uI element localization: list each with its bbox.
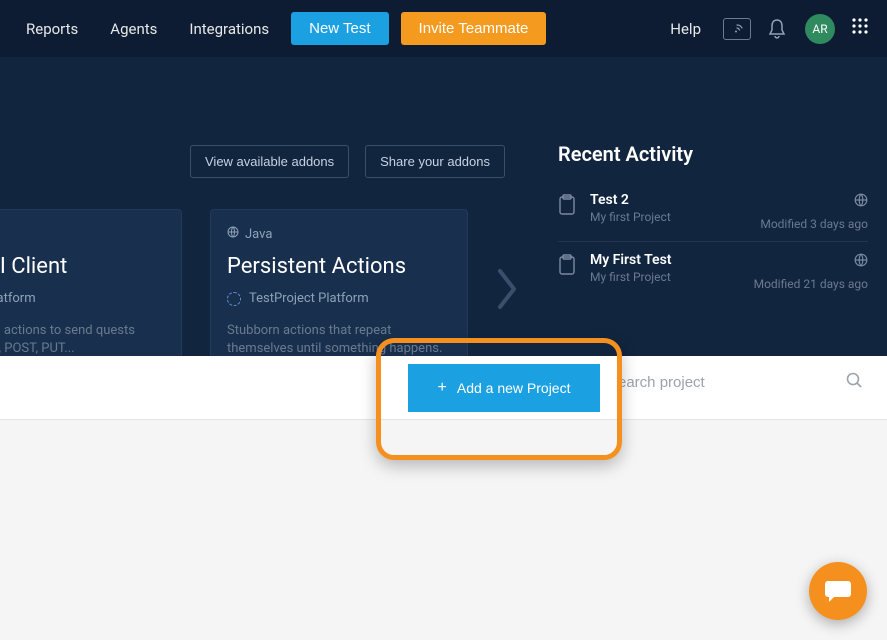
activity-project: My first Project <box>590 210 760 224</box>
chat-launcher-button[interactable] <box>809 562 867 620</box>
addon-platform: TestProject Platform <box>227 291 451 306</box>
nav-help[interactable]: Help <box>654 0 717 57</box>
project-toolbar: + Add a new Project <box>0 356 887 420</box>
activity-title: My First Test <box>590 252 754 268</box>
chat-icon <box>824 578 852 604</box>
apps-grid-icon[interactable] <box>843 17 877 40</box>
screencast-icon[interactable] <box>717 0 757 57</box>
user-avatar[interactable]: AR <box>805 14 835 44</box>
addon-title: Persistent Actions <box>227 254 451 279</box>
notifications-bell-icon[interactable] <box>757 0 797 57</box>
activity-item[interactable]: My First Test My first Project Modified … <box>558 242 868 301</box>
plus-icon: + <box>438 379 447 397</box>
carousel-next-icon[interactable] <box>494 265 522 317</box>
addon-card[interactable]: Java ful API Client Project Platform n p… <box>0 209 182 356</box>
activity-time: Modified 3 days ago <box>760 217 868 231</box>
search-input[interactable] <box>618 374 846 391</box>
addon-card[interactable]: Java Persistent Actions TestProject Plat… <box>210 209 468 356</box>
add-project-button[interactable]: + Add a new Project <box>408 364 600 412</box>
nav-agents[interactable]: Agents <box>94 0 173 57</box>
activity-time: Modified 21 days ago <box>754 277 868 291</box>
project-search <box>618 372 863 393</box>
recent-activity-heading: Recent Activity <box>558 142 868 166</box>
search-icon[interactable] <box>846 372 863 393</box>
globe-icon <box>227 226 239 242</box>
top-navbar: Reports Agents Integrations New Test Inv… <box>0 0 887 57</box>
activity-item[interactable]: Test 2 My first Project Modified 3 days … <box>558 182 868 242</box>
share-addons-button[interactable]: Share your addons <box>365 145 505 178</box>
recent-activity-panel: Recent Activity Test 2 My first Project … <box>558 142 868 301</box>
nav-integrations[interactable]: Integrations <box>173 0 285 57</box>
activity-project: My first Project <box>590 270 754 284</box>
invite-teammate-button[interactable]: Invite Teammate <box>401 12 547 45</box>
globe-icon <box>854 196 868 211</box>
add-project-label: Add a new Project <box>457 380 571 396</box>
hero-section: View available addons Share your addons … <box>0 57 887 356</box>
addon-language-label: Java <box>245 227 272 242</box>
addon-description: n provides actions to send quests using … <box>0 322 165 356</box>
nav-reports[interactable]: Reports <box>10 0 94 57</box>
platform-icon <box>227 292 241 306</box>
addon-title: ful API Client <box>0 254 165 279</box>
addon-language: Java <box>0 226 165 242</box>
addon-language: Java <box>227 226 451 242</box>
addon-platform: Project Platform <box>0 291 165 306</box>
view-addons-button[interactable]: View available addons <box>190 145 349 178</box>
addon-description: Stubborn actions that repeat themselves … <box>227 322 451 356</box>
new-test-button[interactable]: New Test <box>291 12 388 45</box>
clipboard-icon <box>558 194 578 220</box>
clipboard-icon <box>558 254 578 280</box>
activity-title: Test 2 <box>590 192 760 208</box>
globe-icon <box>854 256 868 271</box>
